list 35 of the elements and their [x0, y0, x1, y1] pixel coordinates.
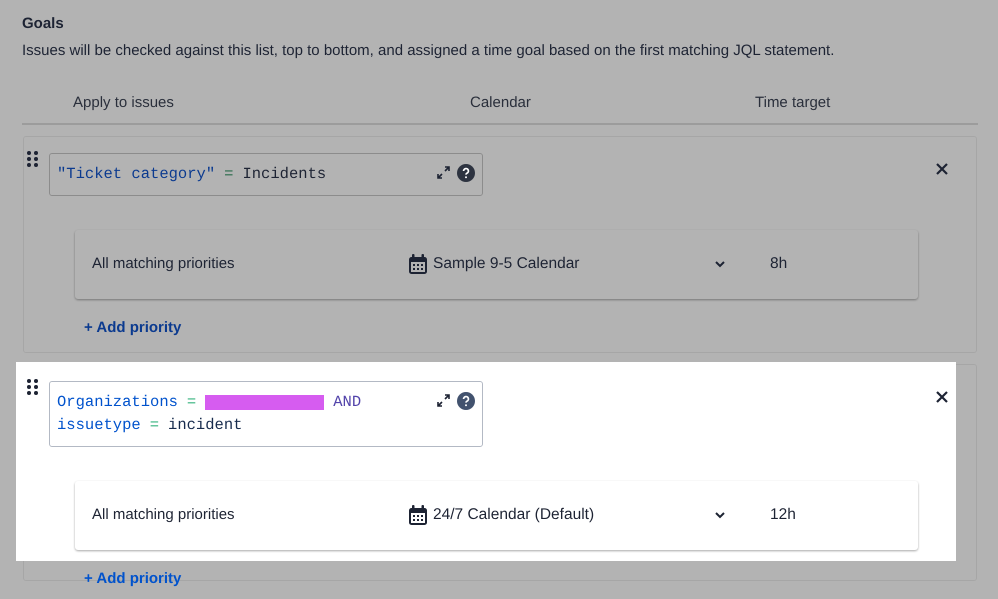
close-icon[interactable] — [936, 162, 948, 174]
jql-input-field[interactable]: Organizations = AND issuetype = incident — [49, 380, 483, 446]
column-header: Calendar — [470, 93, 532, 113]
chevron-down-icon[interactable] — [715, 512, 725, 518]
drag-handle-icon[interactable] — [27, 150, 38, 166]
jql-token: "Ticket category" — [57, 164, 216, 184]
jql-token: = — [186, 392, 196, 412]
help-icon[interactable] — [457, 164, 475, 182]
calendar-icon — [408, 504, 428, 526]
calendar-icon — [408, 254, 428, 274]
time-target-value: 8h — [770, 254, 788, 274]
expand-icon[interactable] — [437, 166, 450, 179]
column-header: Time target — [755, 93, 830, 113]
calendar-select[interactable]: Sample 9-5 Calendar — [408, 252, 730, 276]
calendar-select[interactable]: 24/7 Calendar (Default) — [408, 503, 730, 527]
chevron-down-icon[interactable] — [715, 260, 725, 268]
close-icon[interactable] — [936, 390, 948, 402]
jql-token: = — [224, 164, 234, 184]
expand-icon[interactable] — [437, 394, 450, 407]
jql-token: = — [150, 414, 160, 436]
jql-token: Incidents — [242, 164, 326, 184]
jql-token: issuetype — [57, 414, 141, 436]
jql-input-field[interactable]: "Ticket category" = Incidents — [49, 152, 483, 196]
priority-label: All matching priorities — [92, 504, 236, 525]
add-priority-link[interactable]: + Add priority — [84, 316, 182, 339]
priority-label: All matching priorities — [92, 254, 236, 274]
jql-token: incident — [168, 414, 242, 436]
drag-handle-icon[interactable] — [27, 378, 38, 394]
description-text: Issues will be checked against this list, top to bottom, and assigned a time goal based on the first matching JQL statement. — [22, 40, 836, 60]
time-target-value: 12h — [770, 505, 796, 526]
help-icon[interactable] — [457, 392, 475, 410]
jql-token: Organizations — [57, 392, 178, 412]
section-heading: Goals — [22, 14, 65, 34]
column-header: Apply to issues — [72, 93, 175, 113]
jql-token: AND — [333, 392, 362, 412]
